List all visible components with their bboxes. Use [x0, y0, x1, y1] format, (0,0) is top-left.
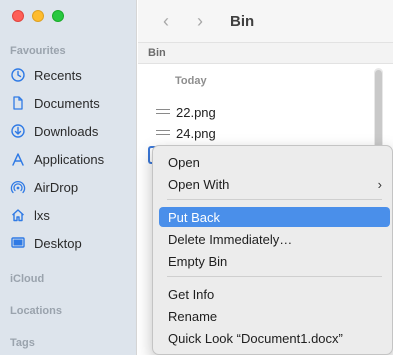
airdrop-icon — [10, 179, 26, 195]
menu-item-label: Quick Look “Document1.docx” — [168, 330, 343, 346]
favourites-section-label: Favourites — [10, 45, 66, 57]
sidebar-item-desktop[interactable]: Desktop — [10, 232, 82, 254]
menu-item-quick-look[interactable]: Quick Look “Document1.docx” — [159, 328, 390, 348]
file-name: 22.png — [176, 104, 216, 120]
file-name: 24.png — [176, 125, 216, 141]
menu-item-open[interactable]: Open — [159, 152, 390, 172]
menu-separator — [167, 199, 382, 200]
sidebar-item-airdrop[interactable]: AirDrop — [10, 176, 78, 198]
sidebar: Favourites Recents Documents Downloads A… — [0, 0, 137, 355]
menu-item-open-with[interactable]: Open With › — [159, 174, 390, 194]
window-controls — [12, 10, 64, 22]
document-icon — [10, 95, 26, 111]
sidebar-item-downloads[interactable]: Downloads — [10, 120, 98, 142]
context-menu: Open Open With › Put Back Delete Immedia… — [152, 145, 393, 355]
icloud-section-label[interactable]: iCloud — [10, 273, 44, 285]
sidebar-item-label: AirDrop — [34, 179, 79, 195]
locations-section-label[interactable]: Locations — [10, 305, 62, 317]
menu-item-empty-bin[interactable]: Empty Bin — [159, 251, 390, 271]
sidebar-item-label: Applications — [34, 151, 105, 167]
menu-item-put-back[interactable]: Put Back — [159, 207, 390, 227]
sidebar-item-label: lxs — [34, 207, 50, 223]
chevron-right-icon[interactable]: › — [192, 11, 208, 32]
scrollbar-thumb[interactable] — [375, 70, 382, 150]
menu-item-delete-immediately[interactable]: Delete Immediately… — [159, 229, 390, 249]
window-title: Bin — [230, 12, 255, 30]
group-header-today: Today — [175, 75, 207, 87]
chevron-right-icon: › — [377, 176, 382, 192]
png-file-icon — [156, 129, 170, 137]
menu-item-label: Empty Bin — [168, 253, 228, 269]
menu-item-label: Delete Immediately… — [168, 231, 293, 247]
menu-item-label: Rename — [168, 308, 218, 324]
file-row[interactable]: 24.png — [156, 124, 216, 142]
menu-item-label: Open — [168, 154, 200, 170]
menu-item-label: Put Back — [168, 209, 221, 225]
sidebar-item-home[interactable]: lxs — [10, 204, 50, 226]
tags-section-label[interactable]: Tags — [10, 337, 35, 349]
menu-item-label: Get Info — [168, 286, 215, 302]
home-icon — [10, 207, 26, 223]
menu-item-rename[interactable]: Rename — [159, 306, 390, 326]
close-button[interactable] — [12, 10, 24, 22]
png-file-icon — [156, 108, 170, 116]
sidebar-item-label: Recents — [34, 67, 82, 83]
applications-icon — [10, 151, 26, 167]
desktop-icon — [10, 235, 26, 251]
sidebar-item-label: Documents — [34, 95, 100, 111]
sidebar-item-label: Desktop — [34, 235, 82, 251]
menu-separator — [167, 276, 382, 277]
toolbar: ‹ › Bin — [138, 0, 393, 42]
path-bar: Bin — [138, 42, 393, 64]
sidebar-item-documents[interactable]: Documents — [10, 92, 100, 114]
menu-item-get-info[interactable]: Get Info — [159, 284, 390, 304]
download-icon — [10, 123, 26, 139]
minimize-button[interactable] — [32, 10, 44, 22]
sidebar-item-applications[interactable]: Applications — [10, 148, 104, 170]
zoom-button[interactable] — [52, 10, 64, 22]
sidebar-item-recents[interactable]: Recents — [10, 64, 82, 86]
file-row[interactable]: 22.png — [156, 103, 216, 121]
menu-item-label: Open With — [168, 176, 230, 192]
sidebar-item-label: Downloads — [34, 123, 99, 139]
clock-icon — [10, 67, 26, 83]
chevron-left-icon[interactable]: ‹ — [158, 11, 174, 32]
